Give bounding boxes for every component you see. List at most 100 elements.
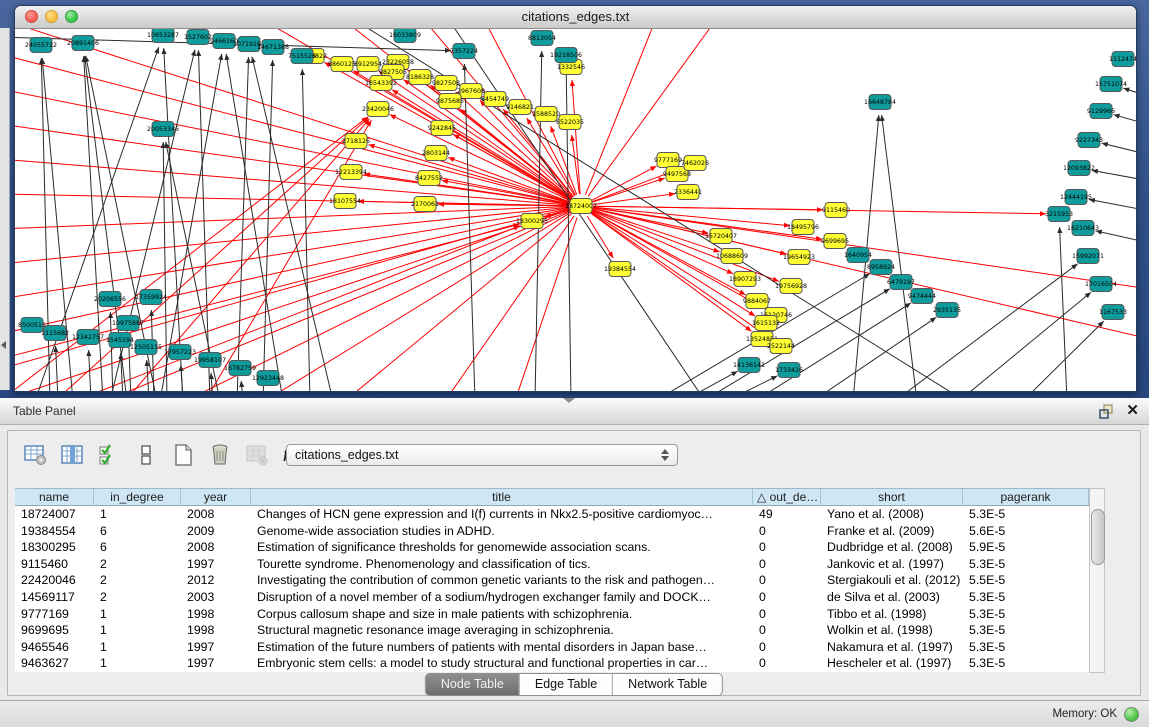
graph-node[interactable]: 14136141 <box>733 358 765 373</box>
graph-node[interactable]: 2718126 <box>342 134 370 149</box>
table-row[interactable]: 946362711997Embryonic stem cells: a mode… <box>15 655 1089 672</box>
graph-node[interactable]: 18495796 <box>787 220 819 235</box>
graph-node[interactable]: 9242845 <box>428 121 456 136</box>
graph-node[interactable]: 17359924 <box>135 290 167 305</box>
graph-node[interactable]: 6479197 <box>887 275 915 290</box>
tab-node-table[interactable]: Node Table <box>426 674 519 695</box>
graph-node[interactable]: 15992071 <box>1072 249 1104 264</box>
graph-node[interactable]: 9146821 <box>506 100 534 115</box>
graph-node[interactable]: 12444195 <box>1060 190 1092 205</box>
graph-node[interactable]: 16782759 <box>224 361 256 376</box>
graph-node[interactable]: 9699695 <box>821 234 849 249</box>
table-row[interactable]: 911546021997Tourette syndrome. Phenomeno… <box>15 556 1089 573</box>
graph-node[interactable]: 9777169 <box>654 153 682 168</box>
graph-node[interactable]: 7462026 <box>681 156 709 171</box>
graph-node[interactable]: 1167533 <box>1099 305 1127 320</box>
graph-node[interactable]: 1640954 <box>844 248 872 263</box>
graph-node[interactable]: 12093822 <box>1063 161 1095 176</box>
graph-node[interactable]: 20891406 <box>67 36 99 51</box>
graph-node[interactable]: 2803144 <box>422 146 450 161</box>
graph-node[interactable]: 12505135 <box>130 340 162 355</box>
graph-node[interactable]: 18107554 <box>329 194 361 209</box>
graph-node[interactable]: 19218506 <box>550 48 582 63</box>
table-panel-titlebar[interactable]: Table Panel ✕ <box>0 398 1149 425</box>
graph-node[interactable]: 19384554 <box>604 262 636 277</box>
graph-node[interactable]: 15751074 <box>1095 77 1127 92</box>
graph-node[interactable]: 8186328 <box>406 70 434 85</box>
table-row[interactable]: 1830029562008Estimation of significance … <box>15 539 1089 556</box>
close-panel-icon[interactable]: ✕ <box>1126 402 1139 420</box>
graph-node[interactable]: 8958924 <box>867 260 895 275</box>
column-header[interactable]: pagerank <box>963 489 1089 505</box>
table-row[interactable]: 977716911998Corpus callosum shape and si… <box>15 606 1089 623</box>
scrollbar-thumb[interactable] <box>1091 509 1105 565</box>
graph-node[interactable]: 1527602 <box>184 30 212 45</box>
close-window-icon[interactable] <box>25 10 38 23</box>
show-column-icon[interactable] <box>59 442 85 468</box>
graph-node[interactable]: 1733426 <box>775 363 803 378</box>
graph-node[interactable]: 19958107 <box>194 353 226 368</box>
graph-node[interactable]: 17016504 <box>1085 277 1117 292</box>
graph-node[interactable]: 9115460 <box>822 203 850 218</box>
graph-node[interactable]: 7515526 <box>288 49 316 64</box>
graph-node[interactable]: 1112474 <box>1109 52 1136 67</box>
minimize-window-icon[interactable] <box>45 10 58 23</box>
graph-node[interactable]: 8500511 <box>18 318 46 333</box>
splitter-handle-icon[interactable] <box>563 398 575 403</box>
graph-node[interactable]: 9129966 <box>1087 104 1115 119</box>
row-height-icon[interactable] <box>133 442 159 468</box>
graph-node[interactable]: 14671388 <box>257 40 289 55</box>
graph-node[interactable]: 12213394 <box>335 165 367 180</box>
graph-node[interactable]: 8454749 <box>481 92 509 107</box>
graph-node[interactable]: 2336441 <box>674 185 702 200</box>
column-header[interactable]: name <box>15 489 94 505</box>
graph-node[interactable]: 6522035 <box>556 115 584 130</box>
graph-node[interactable]: 18907293 <box>729 272 761 287</box>
graph-node[interactable]: 10653287 <box>147 29 179 43</box>
graph-node[interactable]: 23420046 <box>362 102 394 117</box>
graph-node[interactable]: 18724007 <box>565 199 597 214</box>
graph-node[interactable]: 16543392 <box>365 76 397 91</box>
graph-node[interactable]: 10975887 <box>112 316 144 331</box>
panel-collapse-arrow-icon[interactable] <box>1 341 6 349</box>
graph-node[interactable]: 2935135 <box>933 303 961 318</box>
table-mode-icon[interactable] <box>22 442 48 468</box>
network-canvas[interactable]: 1872400779638229860125891295423226058982… <box>15 29 1136 391</box>
graph-node[interactable]: 9474444 <box>908 289 936 304</box>
graph-node[interactable]: 9227343 <box>1075 133 1103 148</box>
graph-node[interactable]: 8813054 <box>528 31 556 46</box>
table-row[interactable]: 969969511998Structural magnetic resonanc… <box>15 622 1089 639</box>
column-header[interactable]: title <box>251 489 753 505</box>
new-table-icon[interactable] <box>170 442 196 468</box>
graph-node[interactable]: 2170061 <box>411 197 439 212</box>
graph-node[interactable]: 20206556 <box>94 292 126 307</box>
tab-network-table[interactable]: Network Table <box>612 674 722 695</box>
column-header[interactable]: △ out_de… <box>753 489 821 505</box>
column-header[interactable]: in_degree <box>94 489 181 505</box>
graph-node[interactable]: 9875685 <box>436 94 464 109</box>
graph-node[interactable]: 16033809 <box>389 29 421 43</box>
tab-edge-table[interactable]: Edge Table <box>519 674 612 695</box>
graph-node[interactable]: 17957223 <box>164 345 196 360</box>
graph-node[interactable]: 16648784 <box>864 95 896 110</box>
graph-node[interactable]: 9827508 <box>432 76 460 91</box>
graph-node[interactable]: 9860125 <box>328 57 356 72</box>
window-titlebar[interactable]: citations_edges.txt <box>15 6 1136 29</box>
table-vertical-scrollbar[interactable] <box>1089 488 1105 673</box>
table-row[interactable]: 946554611997Estimation of the future num… <box>15 639 1089 656</box>
graph-node[interactable]: 19654923 <box>783 250 815 265</box>
graph-node[interactable]: 8912954 <box>354 57 382 72</box>
graph-node[interactable]: 1615132 <box>752 316 780 331</box>
table-row[interactable]: 2242004622012Investigating the contribut… <box>15 572 1089 589</box>
column-header[interactable]: short <box>821 489 963 505</box>
graph-node[interactable]: 19756928 <box>775 279 807 294</box>
zoom-window-icon[interactable] <box>65 10 78 23</box>
float-panel-icon[interactable] <box>1099 404 1114 419</box>
table-row[interactable]: 1456911722003Disruption of a novel membe… <box>15 589 1089 606</box>
graph-node[interactable]: 8427552 <box>415 171 443 186</box>
delete-table-icon-disabled[interactable] <box>244 442 270 468</box>
column-header[interactable]: year <box>181 489 251 505</box>
graph-node[interactable]: 20053346 <box>147 122 179 137</box>
graph-node[interactable]: 12342757 <box>72 330 104 345</box>
graph-node[interactable]: 15720407 <box>705 229 737 244</box>
